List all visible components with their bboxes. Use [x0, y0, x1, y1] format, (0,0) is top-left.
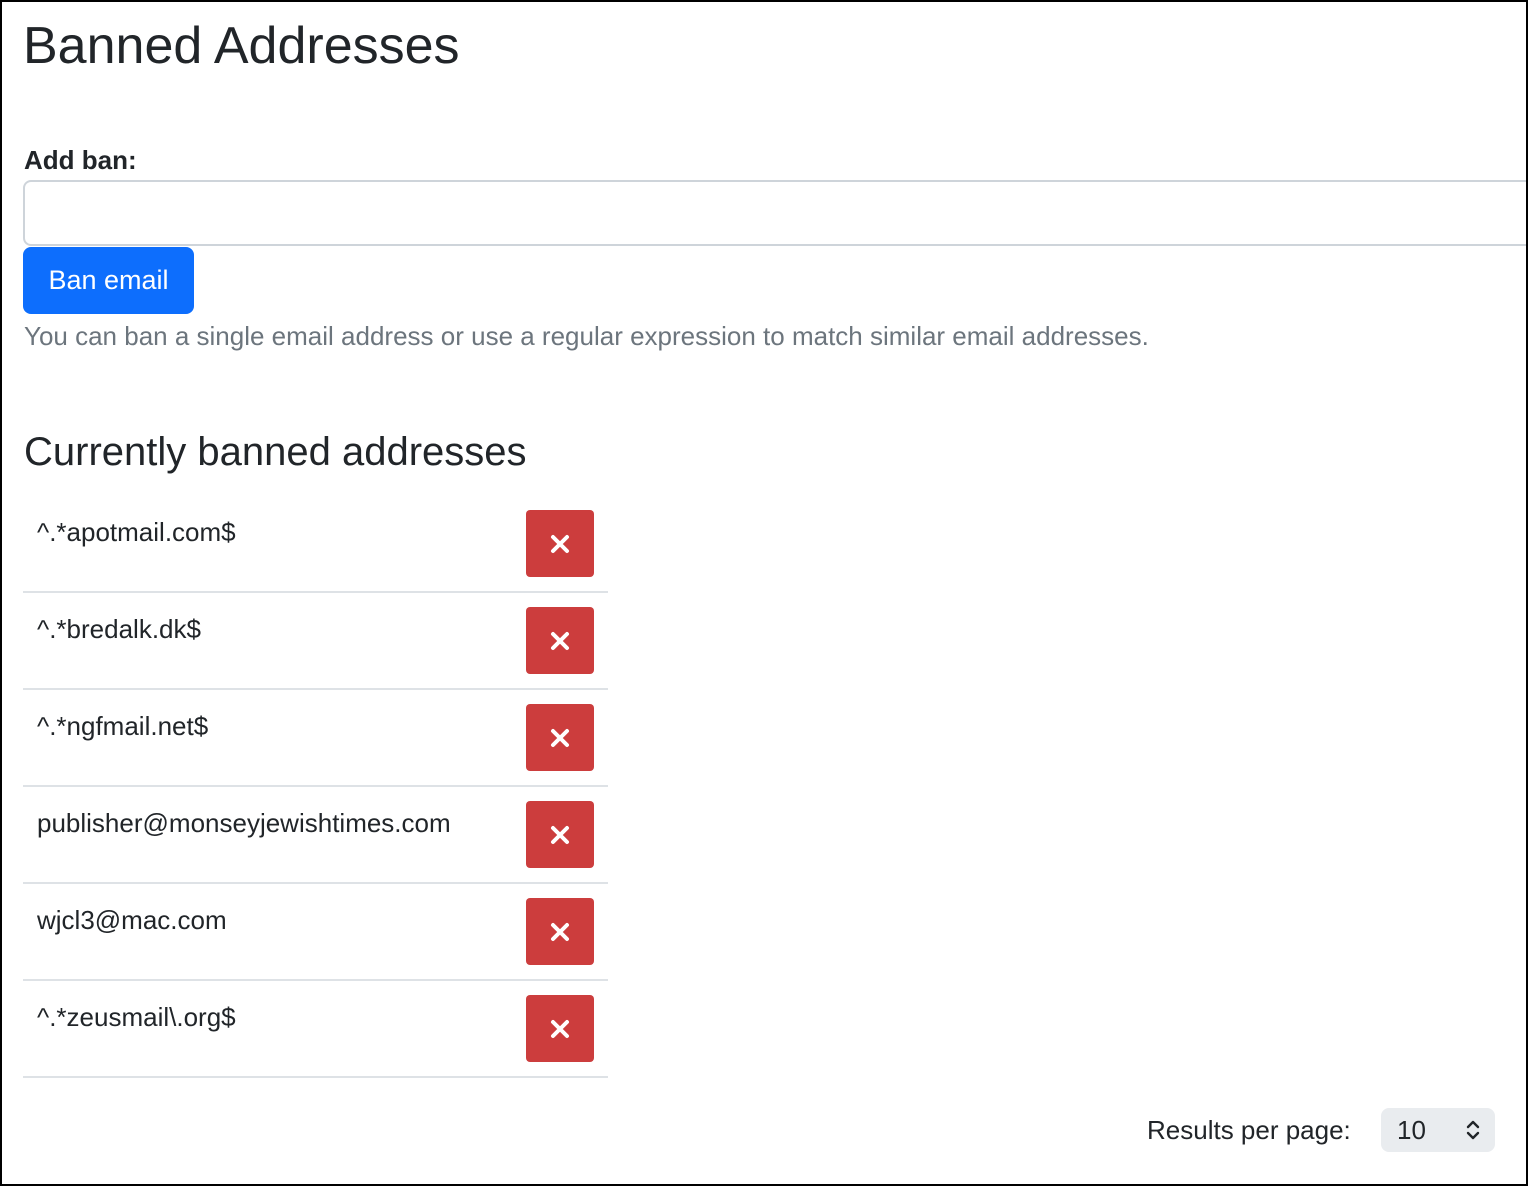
banned-address-row: publisher@monseyjewishtimes.com [23, 787, 608, 884]
add-ban-label: Add ban: [24, 145, 137, 175]
ban-email-button[interactable]: Ban email [23, 247, 194, 314]
banned-address: ^.*apotmail.com$ [37, 517, 236, 547]
close-icon [551, 825, 569, 844]
banned-address-row: ^.*bredalk.dk$ [23, 593, 608, 690]
close-icon [551, 534, 569, 553]
help-text: You can ban a single email address or us… [24, 321, 1149, 351]
banned-address-row: ^.*zeusmail\.org$ [23, 981, 608, 1078]
chevron-up-down-icon [1466, 1120, 1480, 1140]
results-per-page-select[interactable]: 10 [1381, 1108, 1495, 1152]
close-icon [551, 728, 569, 747]
close-icon [551, 922, 569, 941]
banned-address-list: ^.*apotmail.com$ ^.*bredalk.dk$ ^.*ngfma… [23, 496, 608, 1078]
banned-address: ^.*ngfmail.net$ [37, 711, 209, 741]
banned-address: ^.*zeusmail\.org$ [37, 1002, 236, 1032]
banned-list-title: Currently banned addresses [24, 430, 527, 474]
banned-address-row: wjcl3@mac.com [23, 884, 608, 981]
remove-ban-button[interactable] [526, 801, 594, 868]
remove-ban-button[interactable] [526, 995, 594, 1062]
close-icon [551, 1019, 569, 1038]
results-per-page-label: Results per page: [1147, 1115, 1351, 1145]
remove-ban-button[interactable] [526, 510, 594, 577]
close-icon [551, 631, 569, 650]
banned-address-row: ^.*apotmail.com$ [23, 496, 608, 593]
banned-address: publisher@monseyjewishtimes.com [37, 808, 451, 838]
remove-ban-button[interactable] [526, 607, 594, 674]
remove-ban-button[interactable] [526, 898, 594, 965]
banned-address: wjcl3@mac.com [37, 905, 227, 935]
remove-ban-button[interactable] [526, 704, 594, 771]
page-title: Banned Addresses [23, 17, 460, 75]
banned-address-row: ^.*ngfmail.net$ [23, 690, 608, 787]
ban-email-input[interactable] [23, 180, 1526, 246]
results-per-page-value: 10 [1397, 1115, 1426, 1145]
banned-address: ^.*bredalk.dk$ [37, 614, 201, 644]
page-frame: Banned Addresses Add ban: Ban email You … [0, 0, 1528, 1186]
